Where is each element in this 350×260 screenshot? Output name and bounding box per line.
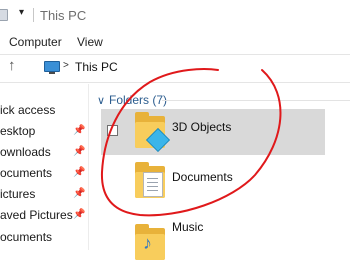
address-chevron-icon[interactable]: >: [63, 60, 69, 71]
nav-item-saved-pictures[interactable]: aved Pictures: [0, 208, 73, 222]
pin-icon: 📌: [73, 167, 86, 178]
address-divider: [0, 82, 350, 83]
ribbon-divider: [0, 54, 350, 55]
group-header-line: [162, 100, 350, 101]
item-label-music[interactable]: Music: [172, 220, 203, 234]
title-separator: [33, 8, 34, 22]
item-label-3d-objects: 3D Objects: [172, 120, 232, 134]
music-note-icon: ♪: [143, 233, 152, 253]
selection-checkbox[interactable]: [107, 125, 118, 136]
pin-icon: 📌: [73, 209, 86, 220]
nav-item-quick-access[interactable]: ick access: [0, 103, 55, 117]
this-pc-icon: [44, 61, 60, 74]
nav-item-documents-2[interactable]: ocuments: [0, 230, 52, 244]
quick-access-toolbar-icon[interactable]: [0, 9, 8, 21]
quick-access-dropdown-icon[interactable]: ▾: [19, 7, 24, 18]
document-page-icon: [143, 172, 163, 197]
nav-item-documents[interactable]: ocuments: [0, 166, 52, 180]
nav-pane-divider: [88, 84, 89, 250]
nav-item-downloads[interactable]: ownloads: [0, 145, 51, 159]
pin-icon: 📌: [73, 188, 86, 199]
tab-computer[interactable]: Computer: [9, 35, 62, 49]
tab-view[interactable]: View: [77, 35, 103, 49]
pin-icon: 📌: [73, 125, 86, 136]
item-label-documents[interactable]: Documents: [172, 170, 233, 184]
up-arrow-icon[interactable]: ↑: [8, 57, 16, 74]
pin-icon: 📌: [73, 146, 86, 157]
nav-item-pictures[interactable]: ictures: [0, 187, 35, 201]
group-header-folders[interactable]: Folders (7): [109, 93, 167, 107]
address-path[interactable]: This PC: [75, 60, 118, 74]
nav-item-desktop[interactable]: esktop: [0, 124, 35, 138]
window-title: This PC: [40, 8, 87, 23]
group-collapse-chevron-icon[interactable]: ∨: [97, 94, 105, 107]
